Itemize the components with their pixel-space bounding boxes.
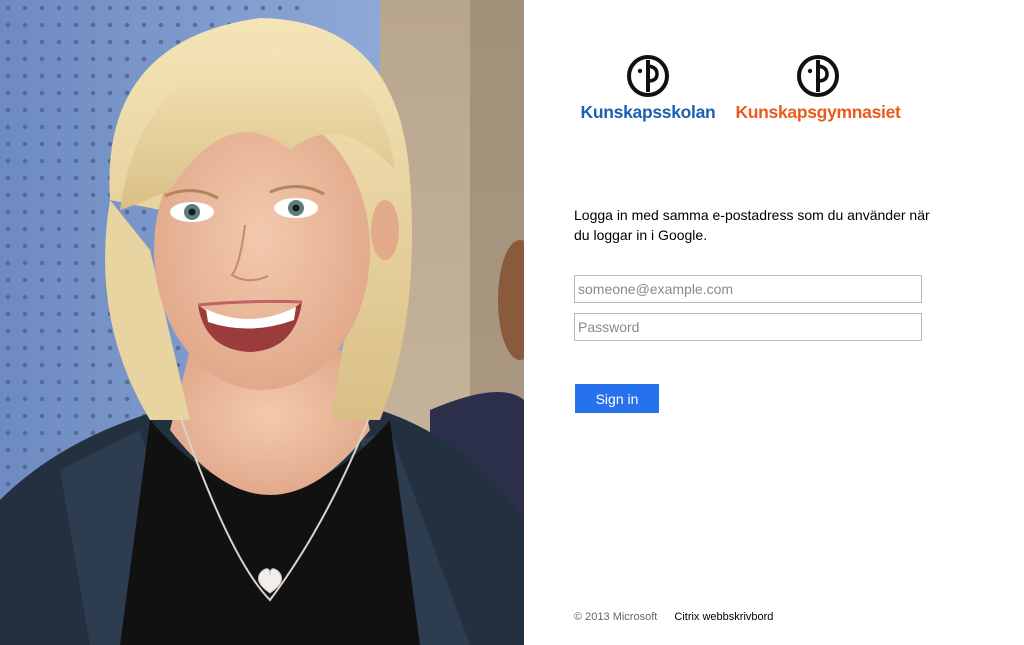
kunskapsgymnasiet-emblem-icon [797,55,839,97]
sign-in-button[interactable]: Sign in [575,384,659,413]
password-input[interactable] [574,313,922,341]
kunskapsgymnasiet-logo: Kunskapsgymnasiet [728,54,908,123]
footer: © 2013 Microsoft Citrix webbskrivbord [574,611,773,623]
login-page: Kunskapsskolan Kunskapsgymnasiet Logga i… [0,0,1024,645]
kunskapsgymnasiet-logo-text: Kunskapsgymnasiet [735,102,901,122]
kunskapsskolan-emblem-icon [627,55,669,97]
copyright-text: © 2013 Microsoft [574,611,658,623]
logo-bar: Kunskapsskolan Kunskapsgymnasiet [578,54,918,126]
sign-in-instructions: Logga in med samma e-postadress som du a… [574,207,930,243]
citrix-desktop-link[interactable]: Citrix webbskrivbord [674,611,773,623]
sign-in-panel: Kunskapsskolan Kunskapsgymnasiet Logga i… [524,0,1024,645]
student-photo [0,0,524,645]
kunskapsskolan-logo-text: Kunskapsskolan [580,102,716,122]
kunskapsskolan-logo: Kunskapsskolan [578,54,718,123]
email-input[interactable] [574,275,922,303]
